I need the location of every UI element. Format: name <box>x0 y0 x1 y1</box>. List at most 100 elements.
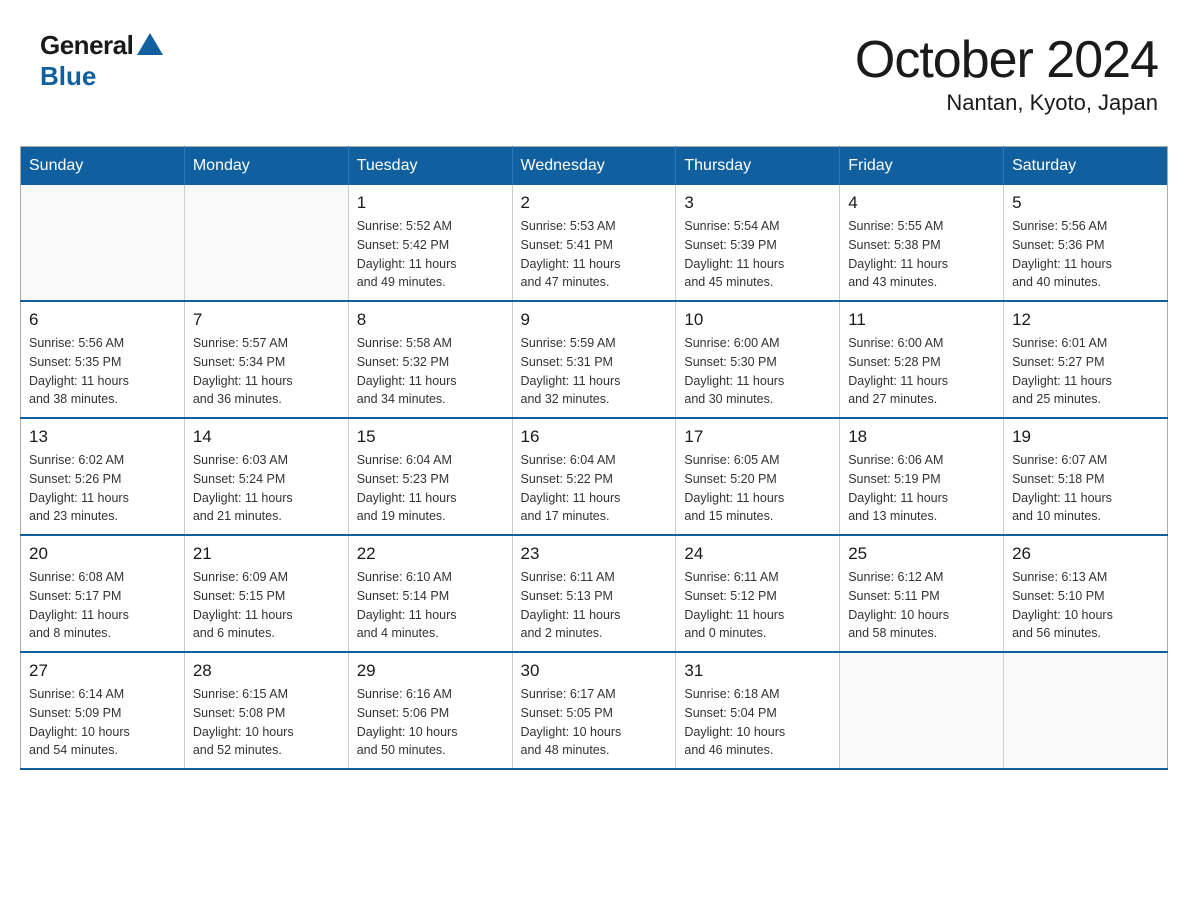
title-area: October 2024 Nantan, Kyoto, Japan <box>855 30 1158 116</box>
table-row: 12 Sunrise: 6:01 AMSunset: 5:27 PMDayligh… <box>1004 301 1168 418</box>
logo-blue-text: Blue <box>40 61 96 92</box>
day-info: Sunrise: 6:04 AMSunset: 5:22 PMDaylight:… <box>521 451 668 526</box>
day-info: Sunrise: 5:53 AMSunset: 5:41 PMDaylight:… <box>521 217 668 292</box>
table-row: 17Sunrise: 6:05 AMSunset: 5:20 PMDayligh… <box>676 418 840 535</box>
col-monday: Monday <box>184 147 348 186</box>
table-row: 19Sunrise: 6:07 AMSunset: 5:18 PMDayligh… <box>1004 418 1168 535</box>
calendar-subtitle: Nantan, Kyoto, Japan <box>855 90 1158 116</box>
day-number: 14 <box>193 427 340 447</box>
calendar-week-row: 20 Sunrise: 6:08 AMSunset: 5:17 PMDayligh… <box>21 535 1168 652</box>
day-number: 23 <box>521 544 668 564</box>
day-info: Sunrise: 6:12 AMSunset: 5:11 PMDaylight:… <box>848 568 995 643</box>
day-number: 9 <box>521 310 668 330</box>
day-number: 21 <box>193 544 340 564</box>
day-number: 25 <box>848 544 995 564</box>
day-number: 18 <box>848 427 995 447</box>
table-row: 10 Sunrise: 6:00 AMSunset: 5:30 PMDayligh… <box>676 301 840 418</box>
table-row: 8 Sunrise: 5:58 AMSunset: 5:32 PMDaylight… <box>348 301 512 418</box>
day-info: Sunrise: 6:13 AMSunset: 5:10 PMDaylight:… <box>1012 568 1159 643</box>
day-number: 12 <box>1012 310 1159 330</box>
day-info: Sunrise: 5:52 AMSunset: 5:42 PMDaylight:… <box>357 217 504 292</box>
table-row: 14 Sunrise: 6:03 AMSunset: 5:24 PMDayligh… <box>184 418 348 535</box>
day-info: Sunrise: 6:00 AMSunset: 5:28 PMDaylight:… <box>848 334 995 409</box>
day-info: Sunrise: 5:56 AMSunset: 5:36 PMDaylight:… <box>1012 217 1159 292</box>
day-info: Sunrise: 6:04 AMSunset: 5:23 PMDaylight:… <box>357 451 504 526</box>
day-number: 31 <box>684 661 831 681</box>
calendar-week-row: 27Sunrise: 6:14 AMSunset: 5:09 PMDayligh… <box>21 652 1168 769</box>
day-info: Sunrise: 6:05 AMSunset: 5:20 PMDaylight:… <box>684 451 831 526</box>
day-number: 13 <box>29 427 176 447</box>
table-row: 2 Sunrise: 5:53 AMSunset: 5:41 PMDaylight… <box>512 185 676 301</box>
day-info: Sunrise: 6:11 AMSunset: 5:13 PMDaylight:… <box>521 568 668 643</box>
table-row: 3 Sunrise: 5:54 AMSunset: 5:39 PMDaylight… <box>676 185 840 301</box>
day-info: Sunrise: 6:11 AMSunset: 5:12 PMDaylight:… <box>684 568 831 643</box>
col-thursday: Thursday <box>676 147 840 186</box>
table-row: 11 Sunrise: 6:00 AMSunset: 5:28 PMDayligh… <box>840 301 1004 418</box>
day-info: Sunrise: 6:07 AMSunset: 5:18 PMDaylight:… <box>1012 451 1159 526</box>
table-row: 9 Sunrise: 5:59 AMSunset: 5:31 PMDaylight… <box>512 301 676 418</box>
table-row <box>1004 652 1168 769</box>
day-info: Sunrise: 6:17 AMSunset: 5:05 PMDaylight:… <box>521 685 668 760</box>
day-number: 15 <box>357 427 504 447</box>
table-row <box>184 185 348 301</box>
day-number: 4 <box>848 193 995 213</box>
day-number: 28 <box>193 661 340 681</box>
table-row: 18 Sunrise: 6:06 AMSunset: 5:19 PMDayligh… <box>840 418 1004 535</box>
day-info: Sunrise: 5:59 AMSunset: 5:31 PMDaylight:… <box>521 334 668 409</box>
day-number: 22 <box>357 544 504 564</box>
day-info: Sunrise: 6:09 AMSunset: 5:15 PMDaylight:… <box>193 568 340 643</box>
calendar-week-row: 1 Sunrise: 5:52 AMSunset: 5:42 PMDaylight… <box>21 185 1168 301</box>
table-row: 6Sunrise: 5:56 AMSunset: 5:35 PMDaylight… <box>21 301 185 418</box>
table-row: 13Sunrise: 6:02 AMSunset: 5:26 PMDayligh… <box>21 418 185 535</box>
logo: General Blue <box>40 30 163 92</box>
col-wednesday: Wednesday <box>512 147 676 186</box>
day-info: Sunrise: 5:57 AMSunset: 5:34 PMDaylight:… <box>193 334 340 409</box>
day-info: Sunrise: 5:54 AMSunset: 5:39 PMDaylight:… <box>684 217 831 292</box>
calendar-week-row: 13Sunrise: 6:02 AMSunset: 5:26 PMDayligh… <box>21 418 1168 535</box>
day-info: Sunrise: 6:18 AMSunset: 5:04 PMDaylight:… <box>684 685 831 760</box>
table-row: 1 Sunrise: 5:52 AMSunset: 5:42 PMDaylight… <box>348 185 512 301</box>
day-info: Sunrise: 6:15 AMSunset: 5:08 PMDaylight:… <box>193 685 340 760</box>
day-number: 5 <box>1012 193 1159 213</box>
table-row: 29Sunrise: 6:16 AMSunset: 5:06 PMDayligh… <box>348 652 512 769</box>
day-info: Sunrise: 6:03 AMSunset: 5:24 PMDaylight:… <box>193 451 340 526</box>
day-info: Sunrise: 6:01 AMSunset: 5:27 PMDaylight:… <box>1012 334 1159 409</box>
day-info: Sunrise: 6:06 AMSunset: 5:19 PMDaylight:… <box>848 451 995 526</box>
table-row <box>840 652 1004 769</box>
day-info: Sunrise: 6:16 AMSunset: 5:06 PMDaylight:… <box>357 685 504 760</box>
day-number: 7 <box>193 310 340 330</box>
day-info: Sunrise: 5:55 AMSunset: 5:38 PMDaylight:… <box>848 217 995 292</box>
day-number: 16 <box>521 427 668 447</box>
table-row: 26Sunrise: 6:13 AMSunset: 5:10 PMDayligh… <box>1004 535 1168 652</box>
day-number: 24 <box>684 544 831 564</box>
table-row: 20 Sunrise: 6:08 AMSunset: 5:17 PMDayligh… <box>21 535 185 652</box>
day-number: 30 <box>521 661 668 681</box>
table-row: 15 Sunrise: 6:04 AMSunset: 5:23 PMDayligh… <box>348 418 512 535</box>
col-tuesday: Tuesday <box>348 147 512 186</box>
day-info: Sunrise: 6:00 AMSunset: 5:30 PMDaylight:… <box>684 334 831 409</box>
table-row: 23 Sunrise: 6:11 AMSunset: 5:13 PMDayligh… <box>512 535 676 652</box>
day-info: Sunrise: 6:10 AMSunset: 5:14 PMDaylight:… <box>357 568 504 643</box>
day-number: 2 <box>521 193 668 213</box>
table-row: 31 Sunrise: 6:18 AMSunset: 5:04 PMDayligh… <box>676 652 840 769</box>
table-row <box>21 185 185 301</box>
table-row: 22 Sunrise: 6:10 AMSunset: 5:14 PMDayligh… <box>348 535 512 652</box>
calendar-title: October 2024 <box>855 30 1158 90</box>
calendar-week-row: 6Sunrise: 5:56 AMSunset: 5:35 PMDaylight… <box>21 301 1168 418</box>
col-sunday: Sunday <box>21 147 185 186</box>
day-number: 10 <box>684 310 831 330</box>
day-number: 3 <box>684 193 831 213</box>
col-saturday: Saturday <box>1004 147 1168 186</box>
table-row: 30 Sunrise: 6:17 AMSunset: 5:05 PMDayligh… <box>512 652 676 769</box>
day-number: 1 <box>357 193 504 213</box>
table-row: 16 Sunrise: 6:04 AMSunset: 5:22 PMDayligh… <box>512 418 676 535</box>
day-number: 8 <box>357 310 504 330</box>
day-number: 11 <box>848 310 995 330</box>
table-row: 21 Sunrise: 6:09 AMSunset: 5:15 PMDayligh… <box>184 535 348 652</box>
table-row: 4 Sunrise: 5:55 AMSunset: 5:38 PMDaylight… <box>840 185 1004 301</box>
day-number: 20 <box>29 544 176 564</box>
table-row: 24 Sunrise: 6:11 AMSunset: 5:12 PMDayligh… <box>676 535 840 652</box>
table-row: 25 Sunrise: 6:12 AMSunset: 5:11 PMDayligh… <box>840 535 1004 652</box>
day-info: Sunrise: 6:08 AMSunset: 5:17 PMDaylight:… <box>29 568 176 643</box>
day-info: Sunrise: 5:58 AMSunset: 5:32 PMDaylight:… <box>357 334 504 409</box>
